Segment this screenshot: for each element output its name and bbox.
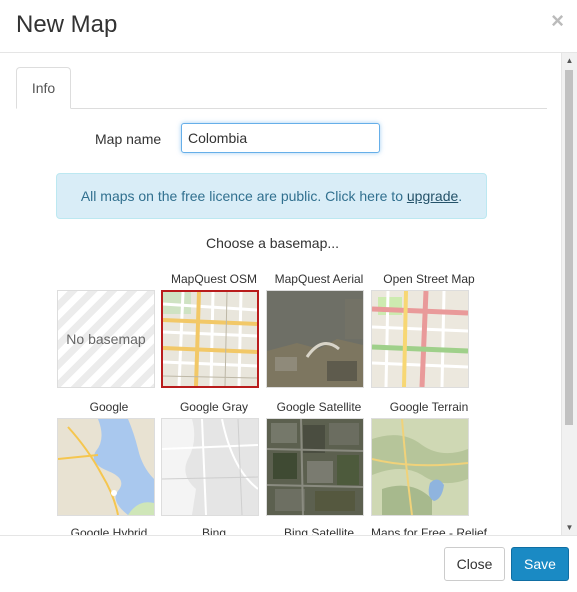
basemap-tile-google-terrain[interactable] (371, 418, 469, 516)
modal-footer: Close Save (0, 535, 577, 592)
tab-info[interactable]: Info (16, 67, 71, 109)
upgrade-link[interactable]: upgrade (407, 188, 458, 204)
modal-body: Info Map name All maps on the free licen… (0, 53, 562, 535)
basemap-label-open-street-map: Open Street Map (383, 272, 475, 286)
basemap-label-google-terrain: Google Terrain (389, 400, 469, 414)
modal-title: New Map (16, 11, 118, 38)
new-map-dialog: New Map × Info Map name All maps on the … (0, 0, 577, 592)
alert-text: All maps on the free licence are public.… (80, 188, 403, 204)
basemap-tile-mapquest-osm[interactable] (161, 290, 259, 388)
google-terrain-thumbnail (372, 419, 468, 515)
choose-basemap-label: Choose a basemap... (205, 235, 340, 251)
scroll-down-icon[interactable]: ▼ (562, 520, 577, 535)
alert-suffix: . (458, 188, 463, 204)
mapquest-osm-thumbnail (163, 292, 257, 386)
basemap-tile-google[interactable] (57, 418, 155, 516)
basemap-label-maps-for-free-relief: Maps for Free - Relief (370, 526, 488, 535)
map-name-row: Map name (0, 123, 562, 155)
close-icon[interactable]: × (551, 8, 564, 34)
basemap-tile-mapquest-aerial[interactable] (266, 290, 364, 388)
tab-bar: Info (16, 67, 547, 109)
modal-header: New Map × (0, 0, 577, 53)
scroll-up-icon[interactable]: ▲ (562, 53, 577, 68)
save-button[interactable]: Save (511, 547, 569, 581)
google-satellite-thumbnail (267, 419, 363, 515)
open-street-map-thumbnail (372, 291, 468, 387)
basemap-tile-google-gray[interactable] (161, 418, 259, 516)
mapquest-aerial-thumbnail (267, 291, 363, 387)
modal-scrollbar[interactable]: ▲ ▼ (561, 53, 577, 535)
map-name-input[interactable] (181, 123, 380, 153)
licence-alert: All maps on the free licence are public.… (56, 173, 487, 219)
map-name-label: Map name (95, 131, 162, 147)
scroll-thumb[interactable] (565, 70, 573, 425)
google-thumbnail (58, 419, 154, 515)
basemap-tile-google-satellite[interactable] (266, 418, 364, 516)
basemap-tile-open-street-map[interactable] (371, 290, 469, 388)
close-button[interactable]: Close (444, 547, 505, 581)
google-gray-thumbnail (162, 419, 258, 515)
basemap-tile-none[interactable]: No basemap (57, 290, 155, 388)
